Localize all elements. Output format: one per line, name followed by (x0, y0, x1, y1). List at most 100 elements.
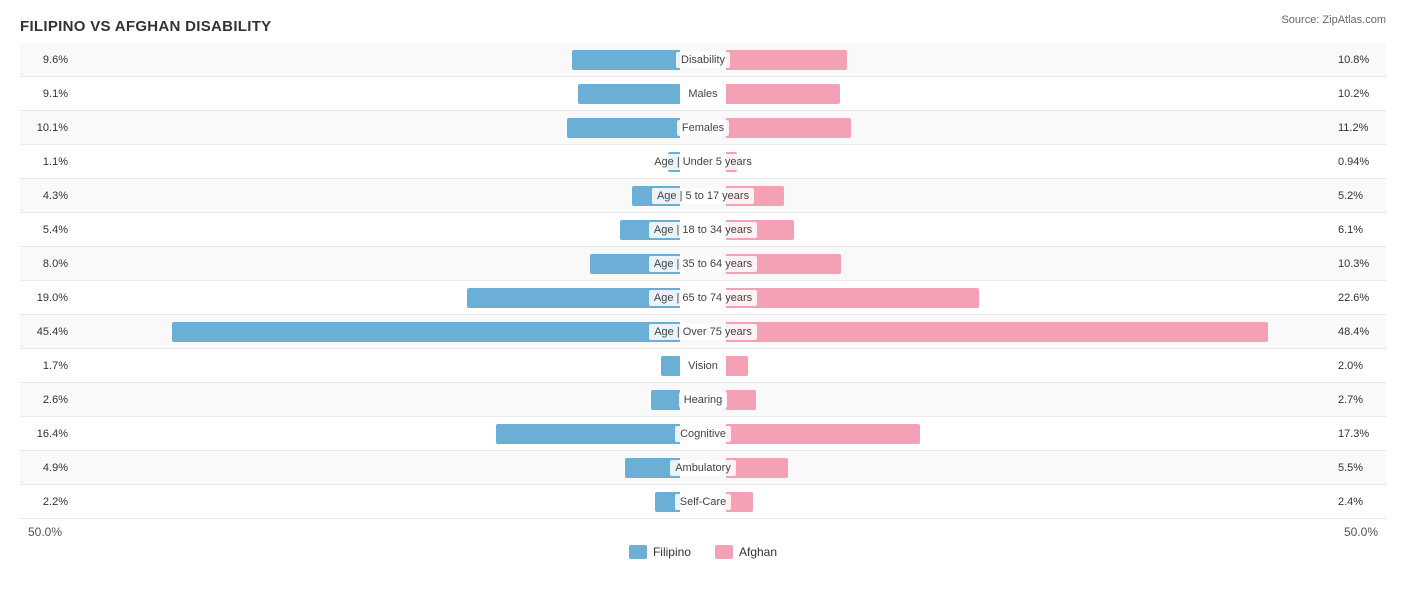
row-inner: 10.1% Females 11.2% (20, 111, 1386, 144)
row-label: Age | 65 to 74 years (649, 290, 757, 306)
right-section: 17.3% (726, 417, 1386, 450)
right-value: 5.5% (1334, 462, 1386, 474)
right-section: 10.8% (726, 43, 1386, 76)
right-bar-area (726, 485, 1334, 518)
left-section: 16.4% (20, 417, 680, 450)
left-section: 8.0% (20, 247, 680, 280)
center-label-wrap: Hearing (680, 392, 726, 408)
right-value: 0.94% (1334, 156, 1386, 168)
left-bar-area (72, 111, 680, 144)
legend: Filipino Afghan (20, 545, 1386, 559)
right-bar-area (726, 281, 1334, 314)
center-label-wrap: Age | Under 5 years (680, 154, 726, 170)
left-value: 10.1% (20, 122, 72, 134)
source-text: Source: ZipAtlas.com (1281, 14, 1386, 26)
right-section: 2.0% (726, 349, 1386, 382)
left-bar-area (72, 77, 680, 110)
right-section: 6.1% (726, 213, 1386, 246)
left-value: 2.6% (20, 394, 72, 406)
axis-labels: 50.0% 50.0% (20, 525, 1386, 539)
row-inner: 4.9% Ambulatory 5.5% (20, 451, 1386, 484)
right-value: 10.3% (1334, 258, 1386, 270)
right-value: 10.2% (1334, 88, 1386, 100)
right-value: 2.0% (1334, 360, 1386, 372)
table-row: 9.1% Males 10.2% (20, 77, 1386, 111)
left-section: 10.1% (20, 111, 680, 144)
row-inner: 19.0% Age | 65 to 74 years 22.6% (20, 281, 1386, 314)
row-inner: 4.3% Age | 5 to 17 years 5.2% (20, 179, 1386, 212)
row-label: Males (683, 86, 722, 102)
right-value: 10.8% (1334, 54, 1386, 66)
row-inner: 9.1% Males 10.2% (20, 77, 1386, 110)
left-value: 1.1% (20, 156, 72, 168)
chart-container: FILIPINO VS AFGHAN DISABILITY Source: Zi… (0, 0, 1406, 589)
right-bar-area (726, 213, 1334, 246)
left-value: 8.0% (20, 258, 72, 270)
row-inner: 45.4% Age | Over 75 years 48.4% (20, 315, 1386, 348)
row-inner: 2.6% Hearing 2.7% (20, 383, 1386, 416)
row-label: Females (677, 120, 729, 136)
left-section: 2.6% (20, 383, 680, 416)
bar-right (726, 322, 1268, 342)
legend-afghan-box (715, 545, 733, 559)
left-section: 9.6% (20, 43, 680, 76)
left-bar-area (72, 145, 680, 178)
left-bar-area (72, 383, 680, 416)
chart-title: FILIPINO VS AFGHAN DISABILITY (20, 18, 1386, 35)
row-inner: 8.0% Age | 35 to 64 years 10.3% (20, 247, 1386, 280)
right-bar-area (726, 77, 1334, 110)
left-section: 1.7% (20, 349, 680, 382)
left-section: 4.3% (20, 179, 680, 212)
right-section: 48.4% (726, 315, 1386, 348)
table-row: 4.9% Ambulatory 5.5% (20, 451, 1386, 485)
legend-filipino-label: Filipino (653, 545, 691, 559)
left-value: 19.0% (20, 292, 72, 304)
chart-area: 9.6% Disability 10.8% 9.1% (20, 43, 1386, 519)
right-value: 11.2% (1334, 122, 1386, 134)
left-bar-area (72, 43, 680, 76)
center-label-wrap: Age | 35 to 64 years (680, 256, 726, 272)
left-bar-area (72, 451, 680, 484)
right-bar-area (726, 349, 1334, 382)
row-inner: 9.6% Disability 10.8% (20, 43, 1386, 76)
axis-left: 50.0% (20, 525, 70, 539)
right-bar-area (726, 145, 1334, 178)
row-label: Age | 18 to 34 years (649, 222, 757, 238)
left-bar-area (72, 349, 680, 382)
center-label-wrap: Age | 18 to 34 years (680, 222, 726, 238)
row-inner: 1.1% Age | Under 5 years 0.94% (20, 145, 1386, 178)
left-value: 9.1% (20, 88, 72, 100)
row-inner: 1.7% Vision 2.0% (20, 349, 1386, 382)
left-value: 16.4% (20, 428, 72, 440)
bar-right (726, 288, 979, 308)
bar-right (726, 118, 851, 138)
table-row: 4.3% Age | 5 to 17 years 5.2% (20, 179, 1386, 213)
table-row: 1.1% Age | Under 5 years 0.94% (20, 145, 1386, 179)
bar-left (567, 118, 680, 138)
bar-right (726, 84, 840, 104)
right-section: 2.7% (726, 383, 1386, 416)
row-label: Ambulatory (670, 460, 736, 476)
right-bar-area (726, 451, 1334, 484)
row-label: Disability (676, 52, 730, 68)
bar-left (172, 322, 680, 342)
right-bar-area (726, 315, 1334, 348)
left-bar-area (72, 485, 680, 518)
table-row: 9.6% Disability 10.8% (20, 43, 1386, 77)
right-section: 10.3% (726, 247, 1386, 280)
legend-afghan-label: Afghan (739, 545, 777, 559)
right-bar-area (726, 111, 1334, 144)
center-label-wrap: Age | 65 to 74 years (680, 290, 726, 306)
right-value: 17.3% (1334, 428, 1386, 440)
row-inner: 16.4% Cognitive 17.3% (20, 417, 1386, 450)
table-row: 16.4% Cognitive 17.3% (20, 417, 1386, 451)
table-row: 10.1% Females 11.2% (20, 111, 1386, 145)
table-row: 5.4% Age | 18 to 34 years 6.1% (20, 213, 1386, 247)
left-value: 1.7% (20, 360, 72, 372)
axis-right: 50.0% (1336, 525, 1386, 539)
right-section: 0.94% (726, 145, 1386, 178)
right-value: 2.4% (1334, 496, 1386, 508)
legend-afghan: Afghan (715, 545, 777, 559)
right-section: 22.6% (726, 281, 1386, 314)
right-bar-area (726, 383, 1334, 416)
